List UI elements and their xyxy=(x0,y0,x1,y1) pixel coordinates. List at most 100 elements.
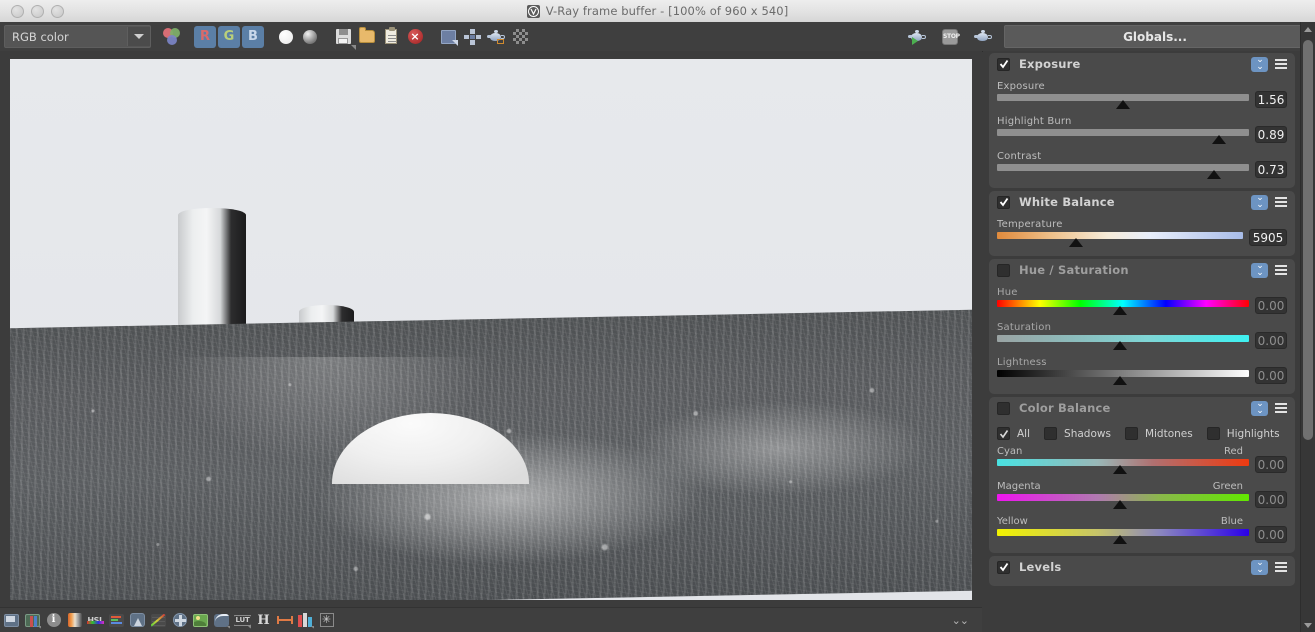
mode-shadows[interactable]: Shadows xyxy=(1044,427,1111,440)
double-chevron-down-icon[interactable]: ⌄⌄ xyxy=(1251,194,1268,210)
lens-icon xyxy=(130,613,145,627)
magenta-green-value[interactable]: 0.00 xyxy=(1255,491,1287,508)
yellow-blue-slider[interactable] xyxy=(997,529,1249,545)
copy-to-clipboard-button[interactable] xyxy=(380,26,402,48)
red-channel-button[interactable]: R xyxy=(194,25,216,48)
levels-range-button[interactable] xyxy=(276,612,293,629)
saturation-value[interactable]: 0.00 xyxy=(1255,332,1287,349)
exposure-curve-button[interactable] xyxy=(213,612,230,629)
hamburger-menu-icon[interactable] xyxy=(1272,195,1289,210)
rendered-image[interactable] xyxy=(10,59,972,600)
scroll-up-arrow-icon[interactable] xyxy=(1301,22,1315,36)
hue-value[interactable]: 0.00 xyxy=(1255,297,1287,314)
magenta-green-slider[interactable] xyxy=(997,494,1249,510)
render-button[interactable] xyxy=(972,26,994,48)
green-channel-button[interactable]: G xyxy=(218,25,240,48)
mode-midtones[interactable]: Midtones xyxy=(1124,427,1193,440)
exposure-value[interactable]: 1.56 xyxy=(1255,91,1287,108)
hamburger-menu-icon[interactable] xyxy=(1272,263,1289,278)
section-color-balance-header[interactable]: Color Balance ⌄ ⌄ xyxy=(989,397,1295,419)
stereo-button[interactable] xyxy=(24,612,41,629)
color-balance-button[interactable] xyxy=(108,612,125,629)
vignette-button[interactable] xyxy=(171,612,188,629)
mode-midtones-checkbox[interactable] xyxy=(1124,427,1138,440)
render-region-button[interactable] xyxy=(485,26,507,48)
color-corrections-button[interactable] xyxy=(66,612,83,629)
frame-buffer-button[interactable] xyxy=(3,612,20,629)
mode-highlights[interactable]: Highlights xyxy=(1206,427,1280,440)
hamburger-menu-icon[interactable] xyxy=(1272,57,1289,72)
saturation-slider[interactable] xyxy=(997,335,1249,351)
minimize-button[interactable] xyxy=(31,4,44,18)
white-balance-enable-checkbox[interactable] xyxy=(997,195,1010,209)
exposure-slider[interactable] xyxy=(997,94,1249,110)
cyan-red-slider[interactable] xyxy=(997,459,1249,475)
double-chevron-down-icon[interactable]: ⌄⌄ xyxy=(952,615,969,626)
mode-highlights-checkbox[interactable] xyxy=(1206,427,1220,440)
scroll-down-arrow-icon[interactable] xyxy=(1301,618,1315,632)
hamburger-menu-icon[interactable] xyxy=(1272,401,1289,416)
load-image-button[interactable] xyxy=(356,26,378,48)
resize-window-button[interactable] xyxy=(437,26,459,48)
lightness-slider[interactable] xyxy=(997,370,1249,386)
section-exposure-title: Exposure xyxy=(1019,57,1081,71)
lens-effects-button[interactable] xyxy=(129,612,146,629)
cyan-red-value[interactable]: 0.00 xyxy=(1255,456,1287,473)
hsl-button[interactable]: HSL xyxy=(87,612,104,629)
pan-button[interactable] xyxy=(461,26,483,48)
highlight-burn-slider[interactable] xyxy=(997,129,1249,145)
section-exposure-header[interactable]: Exposure ⌄ ⌄ xyxy=(989,53,1295,75)
control-contrast: Contrast 0.73 xyxy=(989,151,1295,180)
temperature-value[interactable]: 5905 xyxy=(1249,229,1287,246)
channel-select[interactable]: RGB color xyxy=(4,25,151,48)
lightness-slider-label: Lightness xyxy=(997,357,1047,368)
double-chevron-down-icon[interactable]: ⌄⌄ xyxy=(1251,400,1268,416)
window-controls[interactable] xyxy=(11,4,64,18)
color-balance-enable-checkbox[interactable] xyxy=(997,401,1010,415)
rgb-histogram-button[interactable] xyxy=(297,612,314,629)
hamburger-menu-icon[interactable] xyxy=(1272,560,1289,575)
globals-button[interactable]: Globals... xyxy=(1004,25,1306,48)
contrast-slider[interactable] xyxy=(997,164,1249,180)
monochrome-button[interactable] xyxy=(299,26,321,48)
scrollbar-thumb[interactable] xyxy=(1303,40,1313,440)
close-button[interactable] xyxy=(11,4,24,18)
hue-saturation-enable-checkbox[interactable] xyxy=(997,263,1010,277)
double-chevron-down-icon[interactable]: ⌄⌄ xyxy=(1251,56,1268,72)
clear-image-button[interactable]: × xyxy=(404,26,426,48)
highlight-burn-value[interactable]: 0.89 xyxy=(1255,126,1287,143)
denoise-button[interactable]: ✳ xyxy=(318,612,335,629)
save-image-button[interactable] xyxy=(332,26,356,50)
maximize-button[interactable] xyxy=(51,4,64,18)
hue-button[interactable]: H xyxy=(255,612,272,629)
mode-shadows-checkbox[interactable] xyxy=(1044,427,1058,440)
lightness-value[interactable]: 0.00 xyxy=(1255,367,1287,384)
section-white-balance-header[interactable]: White Balance ⌄ ⌄ xyxy=(989,191,1295,213)
curve-button[interactable] xyxy=(150,612,167,629)
section-hue-saturation-header[interactable]: Hue / Saturation ⌄ ⌄ xyxy=(989,259,1295,281)
yellow-blue-value[interactable]: 0.00 xyxy=(1255,526,1287,543)
render-last-button[interactable] xyxy=(906,26,928,48)
background-button[interactable] xyxy=(192,612,209,629)
alpha-channel-button[interactable] xyxy=(275,26,297,48)
info-button[interactable]: i xyxy=(45,612,62,629)
contrast-value[interactable]: 0.73 xyxy=(1255,161,1287,178)
stop-render-button[interactable]: STOP xyxy=(939,26,961,48)
levels-enable-checkbox[interactable] xyxy=(997,560,1010,574)
double-chevron-down-icon[interactable]: ⌄⌄ xyxy=(1251,559,1268,575)
color-channels-button[interactable] xyxy=(161,26,183,48)
mode-all[interactable]: All xyxy=(997,427,1030,440)
hue-slider[interactable] xyxy=(997,300,1249,316)
info-icon: i xyxy=(46,613,61,627)
chevron-down-icon[interactable] xyxy=(127,27,150,46)
blue-channel-button[interactable]: B xyxy=(242,25,264,48)
section-levels-header[interactable]: Levels ⌄ ⌄ xyxy=(989,556,1295,578)
mode-all-checkbox[interactable] xyxy=(997,427,1010,440)
render-viewport[interactable] xyxy=(0,51,982,608)
exposure-enable-checkbox[interactable] xyxy=(997,57,1010,71)
panel-scrollbar[interactable] xyxy=(1300,22,1315,632)
alpha-checker-button[interactable] xyxy=(509,26,531,48)
double-chevron-down-icon[interactable]: ⌄⌄ xyxy=(1251,262,1268,278)
lut-button[interactable]: LUT xyxy=(234,612,251,629)
temperature-slider[interactable] xyxy=(997,232,1243,248)
